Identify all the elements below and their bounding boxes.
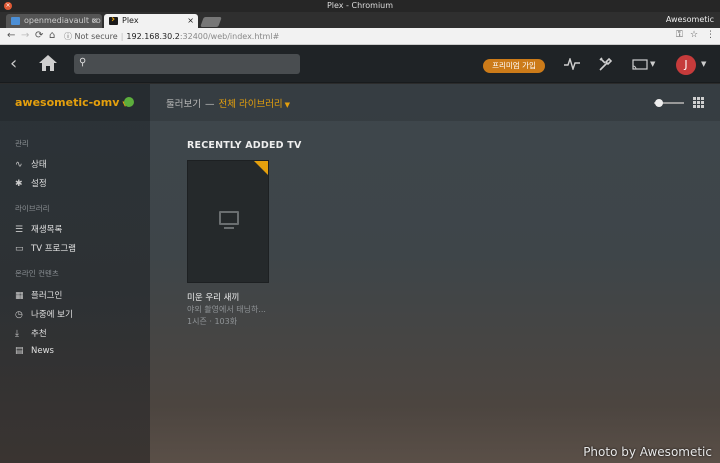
sidebar-item-label: 재생목록 [31,225,63,235]
server-selector[interactable]: awesometic-omv▼ [0,84,150,121]
clock-icon: ◷ [15,310,23,320]
tab-close-icon[interactable]: × [187,14,194,28]
back-arrow-icon[interactable]: ← [7,30,15,41]
security-status: Not secure [74,32,118,41]
browser-toolbar: ← → ⟳ ⌂ ⓘ Not secure | 192.168.30.2:32400/… [0,28,720,45]
tab-plex[interactable]: Plex × [104,14,198,28]
secure-lock-icon [124,97,134,107]
cast-icon[interactable] [632,59,648,70]
chevron-down-icon[interactable]: ▼ [285,101,290,109]
sidebar-item-recommended[interactable]: ⤓ 추천 [15,327,145,341]
home-icon[interactable]: ⌂ [49,30,55,41]
user-menu-caret-icon[interactable]: ▼ [701,60,706,68]
url-path: :32400/web/index.html# [179,32,280,41]
grid-icon: ▦ [15,291,24,301]
key-icon[interactable]: ⚿ [676,30,683,40]
show-subtitle: 야외 촬영에서 태닝하... [187,305,266,314]
sidebar-item-label: News [31,346,54,356]
address-bar[interactable]: ⓘ Not secure | 192.168.30.2:32400/web/inde… [64,30,279,43]
menu-icon[interactable]: ⋮ [706,30,715,40]
breadcrumb: 둘러보기 — 전체 라이브러리 ▼ [166,96,290,110]
bookmark-star-icon[interactable]: ☆ [690,30,698,40]
plex-favicon-icon [109,14,118,27]
back-chevron-icon[interactable]: ‹ [10,53,17,74]
section-title: RECENTLY ADDED TV [187,140,302,151]
sidebar-item-label: 플러그인 [31,291,63,301]
grid-view-icon[interactable] [693,97,704,108]
openmediavault-favicon-icon [11,17,20,25]
settings-tools-icon[interactable] [598,57,613,72]
gear-icon: ✱ [15,179,23,189]
tv-placeholder-icon [219,211,239,229]
main-content: 둘러보기 — 전체 라이브러리 ▼ RECENTLY ADDED TV 미운 우리 새… [150,84,720,463]
sidebar-item-label: TV 프로그램 [31,244,76,254]
home-icon[interactable] [38,54,58,72]
activity-icon: ∿ [15,160,23,170]
watermark: Photo by Awesometic [583,445,712,459]
tv-icon: ▭ [15,244,24,254]
search-icon: ⚲ [79,57,87,68]
unwatched-badge [254,161,268,175]
tab-close-icon[interactable]: × [91,14,98,28]
forward-arrow-icon[interactable]: → [21,30,29,41]
url-host: 192.168.30.2 [126,32,180,41]
show-poster[interactable] [187,160,269,283]
slider-handle[interactable] [655,99,663,107]
library-header: 둘러보기 — 전체 라이브러리 ▼ [150,84,720,121]
sidebar-item-news[interactable]: ▤ News [15,346,145,360]
sidebar-item-tv-shows[interactable]: ▭ TV 프로그램 [15,242,145,256]
show-meta: 1시즌 · 103화 [187,317,238,326]
tab-label: Plex [122,16,139,25]
sidebar-item-watch-later[interactable]: ◷ 나중에 보기 [15,308,145,322]
browser-profile-name[interactable]: Awesometic [666,15,714,24]
sidebar-item-settings[interactable]: ✱ 설정 [15,177,145,191]
cast-caret-icon[interactable]: ▼ [650,60,655,68]
new-tab-button[interactable] [200,17,222,27]
sidebar-item-label: 추천 [31,329,47,339]
avatar[interactable]: J [676,55,696,75]
sidebar-item-plugins[interactable]: ▦ 플러그인 [15,289,145,303]
reload-icon[interactable]: ⟳ [35,30,43,41]
show-title[interactable]: 미운 우리 새끼 [187,291,239,303]
sidebar-item-status[interactable]: ∿ 상태 [15,158,145,172]
premium-button[interactable]: 프리미엄 가입 [483,59,545,73]
plex-header: ‹ ⚲ 프리미엄 가입 ▼ J ▼ [0,45,720,83]
tab-strip: openmediavault co × Plex × Awesometic [0,12,720,28]
info-icon[interactable]: ⓘ [64,32,72,41]
sidebar-section-online: 온라인 컨텐츠 [15,269,59,278]
sidebar-section-manage: 관리 [15,139,29,148]
tab-label: openmediavault co [24,16,101,25]
download-icon: ⤓ [15,329,19,339]
news-icon: ▤ [15,346,24,356]
tab-openmediavault[interactable]: openmediavault co × [6,14,102,28]
window-title: Plex - Chromium [326,1,394,10]
sidebar-item-label: 상태 [31,160,47,170]
search-input[interactable] [94,56,294,72]
sidebar: awesometic-omv▼ 관리 ∿ 상태 ✱ 설정 라이브러리 ☰ 재생목록 ▭… [0,84,150,463]
search-bar[interactable]: ⚲ [74,54,300,74]
window-titlebar: × Plex - Chromium [0,0,720,12]
sidebar-section-library: 라이브러리 [15,204,50,213]
breadcrumb-browse[interactable]: 둘러보기 [166,99,201,110]
breadcrumb-separator: — [204,99,215,110]
activity-icon[interactable] [564,58,580,70]
sidebar-item-label: 나중에 보기 [31,310,73,320]
list-icon: ☰ [15,225,24,235]
library-dropdown[interactable]: 전체 라이브러리 [218,99,282,110]
sidebar-item-label: 설정 [31,179,47,189]
server-name[interactable]: awesometic-omv▼ [15,96,128,109]
sidebar-item-playlists[interactable]: ☰ 재생목록 [15,223,145,237]
